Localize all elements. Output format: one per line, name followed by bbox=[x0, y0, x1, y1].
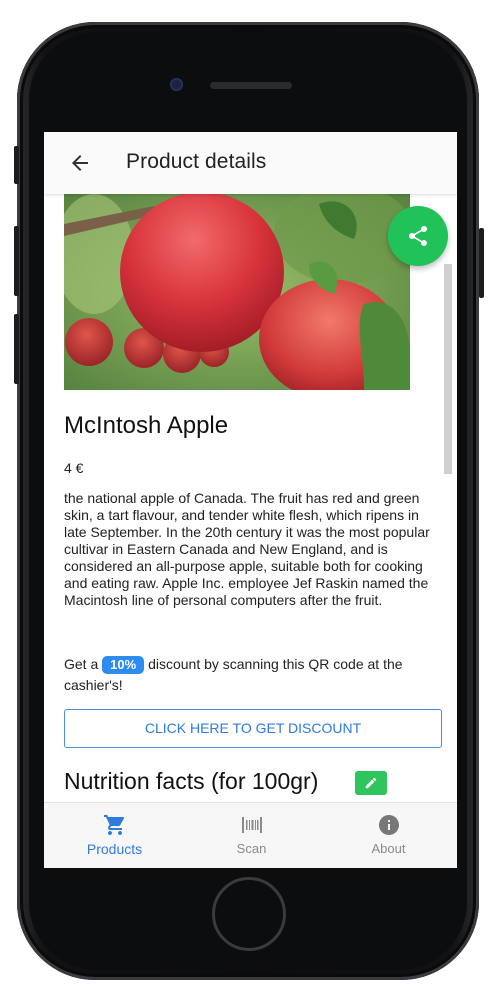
nav-item-scan[interactable]: Scan bbox=[183, 803, 320, 868]
page-title: Product details bbox=[126, 150, 267, 173]
volume-down-button bbox=[14, 314, 19, 384]
back-arrow-icon[interactable] bbox=[68, 151, 92, 175]
discount-badge: 10% bbox=[102, 656, 145, 674]
power-button bbox=[479, 228, 484, 298]
nav-label-products: Products bbox=[86, 841, 143, 857]
product-image bbox=[64, 194, 410, 390]
front-camera bbox=[170, 78, 183, 91]
volume-up-button bbox=[14, 226, 19, 296]
app-bar: Product details bbox=[44, 132, 457, 194]
info-icon bbox=[379, 815, 399, 835]
discount-prefix: Get a bbox=[64, 656, 99, 672]
app-screen: Product details McIntosh Apple 4 € the n… bbox=[44, 132, 457, 868]
earpiece-speaker bbox=[210, 82, 292, 89]
home-button[interactable] bbox=[212, 877, 286, 951]
mute-switch bbox=[14, 146, 19, 184]
nav-item-about[interactable]: About bbox=[320, 803, 457, 868]
cart-icon bbox=[104, 815, 125, 835]
get-discount-button[interactable]: CLICK HERE TO GET DISCOUNT bbox=[64, 709, 442, 748]
product-name: McIntosh Apple bbox=[64, 412, 229, 439]
bottom-navigation: Products Scan About bbox=[44, 802, 457, 868]
pencil-icon bbox=[365, 777, 377, 789]
nutrition-title: Nutrition facts (for 100gr) bbox=[64, 768, 319, 794]
discount-text: Get a 10% discount by scanning this QR c… bbox=[64, 654, 440, 696]
scrollbar[interactable] bbox=[444, 264, 452, 474]
product-content: McIntosh Apple 4 € the national apple of… bbox=[44, 194, 457, 802]
nav-label-scan: Scan bbox=[236, 841, 267, 856]
nav-item-products[interactable]: Products bbox=[46, 803, 183, 868]
nav-label-about: About bbox=[371, 841, 406, 856]
barcode-icon bbox=[242, 817, 262, 833]
share-icon bbox=[409, 226, 427, 246]
edit-nutrition-button[interactable] bbox=[355, 771, 387, 795]
share-button[interactable] bbox=[388, 206, 448, 266]
product-price: 4 € bbox=[64, 460, 84, 476]
product-description: the national apple of Canada. The fruit … bbox=[64, 490, 430, 608]
